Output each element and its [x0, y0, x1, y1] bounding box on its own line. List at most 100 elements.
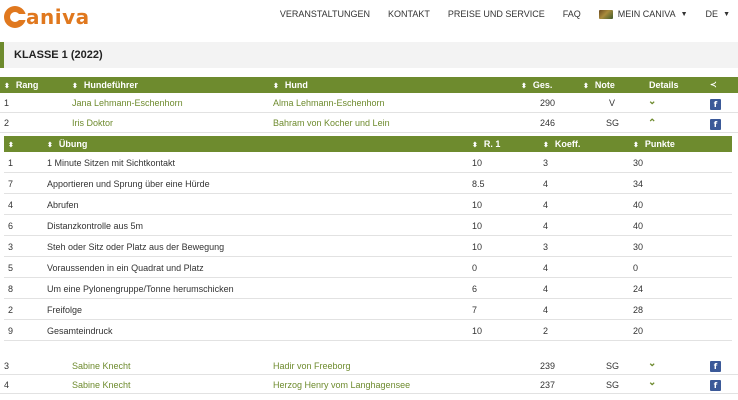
exercise-r1: 10: [472, 326, 483, 336]
exercise-name: Voraussenden in ein Quadrat und Platz: [47, 263, 204, 273]
header-nr[interactable]: ⬍: [8, 139, 20, 149]
exercise-nr: 6: [8, 221, 14, 231]
dog-link[interactable]: Bahram von Kocher und Lein: [273, 118, 390, 128]
chevron-up-icon[interactable]: ⌃: [648, 118, 656, 129]
exercise-points: 0: [633, 263, 639, 273]
table-row: 3 Sabine Knecht Hadir von Freeborg 239 S…: [0, 356, 738, 375]
logo-mark: [4, 6, 27, 28]
chevron-down-icon[interactable]: ⌄: [648, 358, 656, 369]
header-rank[interactable]: ⬍ Rang: [4, 80, 38, 90]
header-r1[interactable]: ⬍ R. 1: [472, 139, 500, 149]
facebook-icon[interactable]: f: [710, 361, 721, 372]
exercise-name: Um eine Pylonengruppe/Tonne herumschicke…: [47, 284, 234, 294]
table-row: 2 Iris Doktor Bahram von Kocher und Lein…: [0, 113, 738, 133]
handler-link[interactable]: Iris Doktor: [72, 118, 113, 128]
exercise-nr: 5: [8, 263, 14, 273]
language-label: DE: [705, 9, 719, 19]
facebook-icon[interactable]: f: [710, 99, 721, 110]
exercise-r1: 6: [472, 284, 478, 294]
exercise-table-footer: [4, 341, 732, 355]
header-handler[interactable]: ⬍ Hundeführer: [72, 80, 138, 90]
exercise-coeff: 3: [543, 242, 549, 252]
exercise-points: 34: [633, 179, 644, 189]
exercise-coeff: 4: [543, 263, 549, 273]
handler-link[interactable]: Sabine Knecht: [72, 361, 131, 371]
header-coeff[interactable]: ⬍ Koeff.: [543, 139, 580, 149]
table-row: 4 Abrufen 10 4 40: [4, 194, 732, 215]
exercise-points: 30: [633, 242, 644, 252]
exercise-name: Apportieren und Sprung über eine Hürde: [47, 179, 210, 189]
nav-item-veranstaltungen[interactable]: VERANSTALTUNGEN: [280, 9, 370, 19]
table-row: 1 1 Minute Sitzen mit Sichtkontakt 10 3 30: [4, 152, 732, 173]
sort-icon: ⬍: [583, 83, 589, 90]
table-row: 3 Steh oder Sitz oder Platz aus der Beweg…: [4, 236, 732, 257]
account-label: MEIN CANIVA: [617, 9, 676, 19]
exercise-name: 1 Minute Sitzen mit Sichtkontakt: [47, 158, 176, 168]
exercise-nr: 2: [8, 305, 14, 315]
exercise-r1: 0: [472, 263, 478, 273]
table-row: 8 Um eine Pylonengruppe/Tonne herumschick…: [4, 278, 732, 299]
exercise-nr: 4: [8, 200, 14, 210]
exercise-nr: 3: [8, 242, 14, 252]
row-rank: 3: [4, 361, 10, 371]
exercise-name: Distanzkontrolle aus 5m: [47, 221, 144, 231]
exercise-name: Gesamteindruck: [47, 326, 113, 336]
chevron-down-icon[interactable]: ⌄: [648, 377, 656, 388]
exercise-points: 20: [633, 326, 644, 336]
exercise-name: Freifolge: [47, 305, 83, 315]
header-exercise[interactable]: ⬍ Übung: [47, 139, 87, 149]
exercise-coeff: 4: [543, 200, 549, 210]
exercise-r1: 10: [472, 242, 483, 252]
header-dog[interactable]: ⬍ Hund: [273, 80, 308, 90]
language-selector[interactable]: DE ▼: [706, 9, 730, 19]
exercise-nr: 8: [8, 284, 14, 294]
exercise-coeff: 4: [543, 221, 549, 231]
chevron-down-icon[interactable]: ⌄: [648, 96, 656, 107]
account-menu[interactable]: MEIN CANIVA ▼: [598, 9, 688, 19]
caret-down-icon: ▼: [680, 10, 688, 18]
header-points[interactable]: ⬍ Punkte: [633, 139, 675, 149]
sort-icon: ⬍: [633, 142, 639, 149]
sort-icon: ⬍: [543, 142, 549, 149]
exercise-nr: 7: [8, 179, 14, 189]
exercise-name: Steh oder Sitz oder Platz aus der Bewegu…: [47, 242, 225, 252]
logo-text: aniva: [26, 5, 90, 29]
results-table-continued: 3 Sabine Knecht Hadir von Freeborg 239 S…: [0, 356, 738, 394]
handler-link[interactable]: Jana Lehmann-Eschenhorn: [72, 98, 183, 108]
header-grade[interactable]: ⬍ Note: [583, 80, 615, 90]
row-rank: 1: [4, 98, 10, 108]
exercise-coeff: 3: [543, 158, 549, 168]
flag-icon: [598, 9, 613, 19]
sort-icon: ⬍: [521, 83, 527, 90]
exercise-rows: 11 Minute Sitzen mit Sichtkontakt 10 3 30 7 A…: [4, 152, 732, 341]
share-icon[interactable]: ≺: [710, 80, 717, 89]
caniva-logo[interactable]: aniva: [4, 3, 90, 31]
exercise-points: 40: [633, 200, 644, 210]
row-rank: 2: [4, 118, 10, 128]
results-table-header: ⬍ Rang ⬍ Hundeführer ⬍ Hund ⬍ Ges. ⬍ Note Det…: [0, 77, 738, 93]
results-table: ⬍ Rang ⬍ Hundeführer ⬍ Hund ⬍ Ges. ⬍ Note Det…: [0, 77, 738, 133]
dog-link[interactable]: Herzog Henry vom Langhagensee: [273, 380, 410, 390]
main-nav: VERANSTALTUNGEN KONTAKT PREISE UND SERVI…: [262, 0, 730, 28]
dog-link[interactable]: Alma Lehmann-Eschenhorn: [273, 98, 385, 108]
exercise-points: 24: [633, 284, 644, 294]
caret-down-icon: ▼: [723, 10, 730, 18]
row-total: 290: [540, 98, 556, 108]
table-row: 2 Freifolge 7 4 28: [4, 299, 732, 320]
class-title: KLASSE 1 (2022): [14, 49, 103, 61]
exercise-points: 30: [633, 158, 644, 168]
table-row: 1 Jana Lehmann-Eschenhorn Alma Lehmann-E…: [0, 93, 738, 113]
facebook-icon[interactable]: f: [710, 380, 721, 391]
sort-icon: ⬍: [47, 142, 53, 149]
exercise-r1: 10: [472, 221, 483, 231]
exercise-name: Abrufen: [47, 200, 79, 210]
header-total[interactable]: ⬍ Ges.: [521, 80, 552, 90]
facebook-icon[interactable]: f: [710, 119, 721, 130]
nav-item-preise[interactable]: PREISE UND SERVICE: [448, 9, 545, 19]
handler-link[interactable]: Sabine Knecht: [72, 380, 131, 390]
nav-item-faq[interactable]: FAQ: [563, 9, 581, 19]
dog-link[interactable]: Hadir von Freeborg: [273, 361, 351, 371]
exercise-r1: 10: [472, 158, 483, 168]
nav-item-kontakt[interactable]: KONTAKT: [388, 9, 430, 19]
row-rank: 4: [4, 380, 10, 390]
